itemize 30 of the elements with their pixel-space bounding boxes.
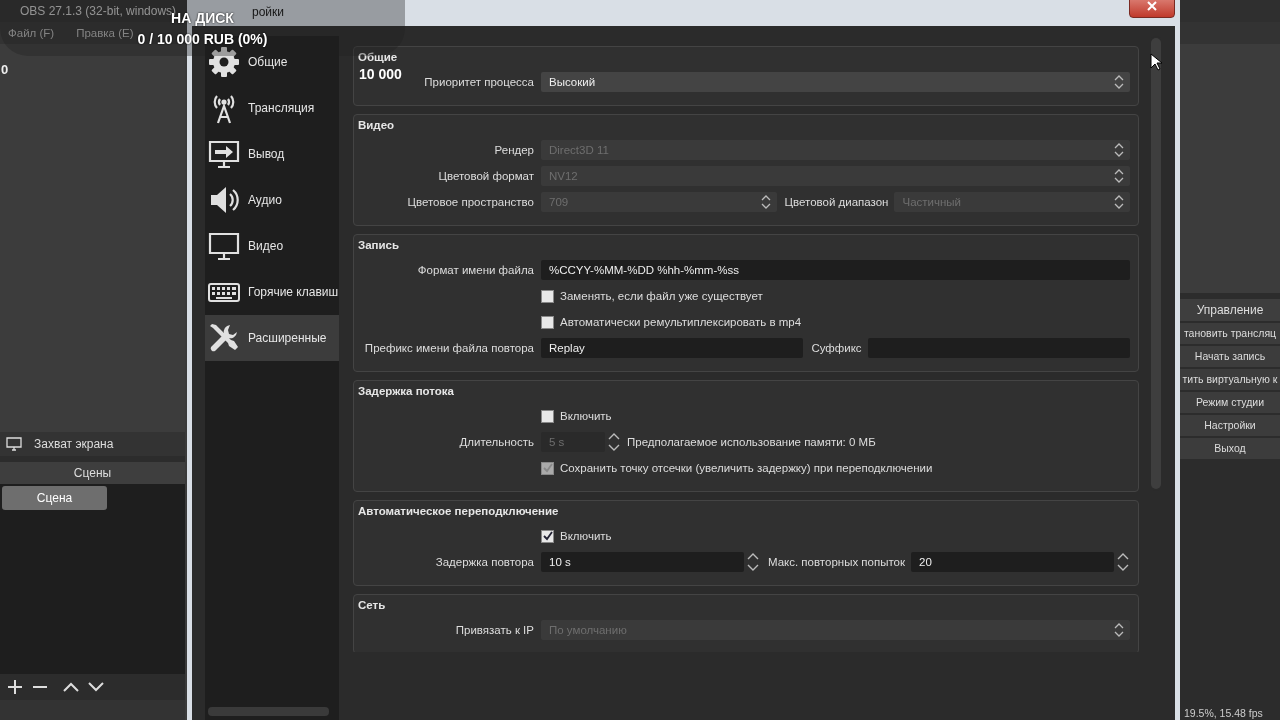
field-label: Привязать к IP — [455, 624, 534, 636]
group-title: Сеть — [358, 599, 387, 613]
group-title: Видео — [358, 119, 396, 133]
field-label: Цветовое пространство — [407, 196, 534, 208]
window-title: ройки — [252, 5, 284, 19]
field-label: Формат имени файла — [417, 264, 534, 276]
checkbox-label: Включить — [560, 530, 612, 542]
field-label: Макс. повторных попыток — [767, 556, 906, 568]
field-label: Приоритет процесса — [424, 76, 534, 88]
group-title: Общие — [358, 51, 399, 65]
donation-amount: 10 000 — [359, 66, 402, 82]
group-title: Задержка потока — [358, 385, 455, 399]
panel-header: Сцены — [0, 462, 185, 484]
field-label: Задержка повтора — [435, 556, 534, 568]
group-title: Запись — [358, 239, 401, 253]
panel-header: Управление — [1180, 298, 1280, 321]
checkbox-label: Заменять, если файл уже существует — [560, 290, 763, 302]
status-text: 19.5%, 15.48 fps — [1183, 707, 1264, 720]
preview-value: 0 — [1, 62, 9, 77]
memory-note: Предполагаемое использование памяти: 0 МБ — [627, 436, 876, 448]
field-label: Цветовой формат — [438, 170, 534, 182]
checkbox-label: Автоматически ремультиплексировать в mp4 — [560, 316, 802, 328]
field-label: Префикс имени файла повтора — [364, 342, 534, 354]
checkbox-label: Сохранить точку отсечки (увеличить задержку) при переподключении — [560, 462, 933, 474]
group-title: Автоматическое переподключение — [358, 505, 560, 519]
checkbox-label: Включить — [560, 410, 612, 422]
field-label: Цветовой диапазон — [784, 196, 889, 208]
field-label: Суффикс — [811, 342, 862, 354]
field-label: Длительность — [459, 436, 534, 448]
field-label: Рендер — [494, 144, 534, 156]
